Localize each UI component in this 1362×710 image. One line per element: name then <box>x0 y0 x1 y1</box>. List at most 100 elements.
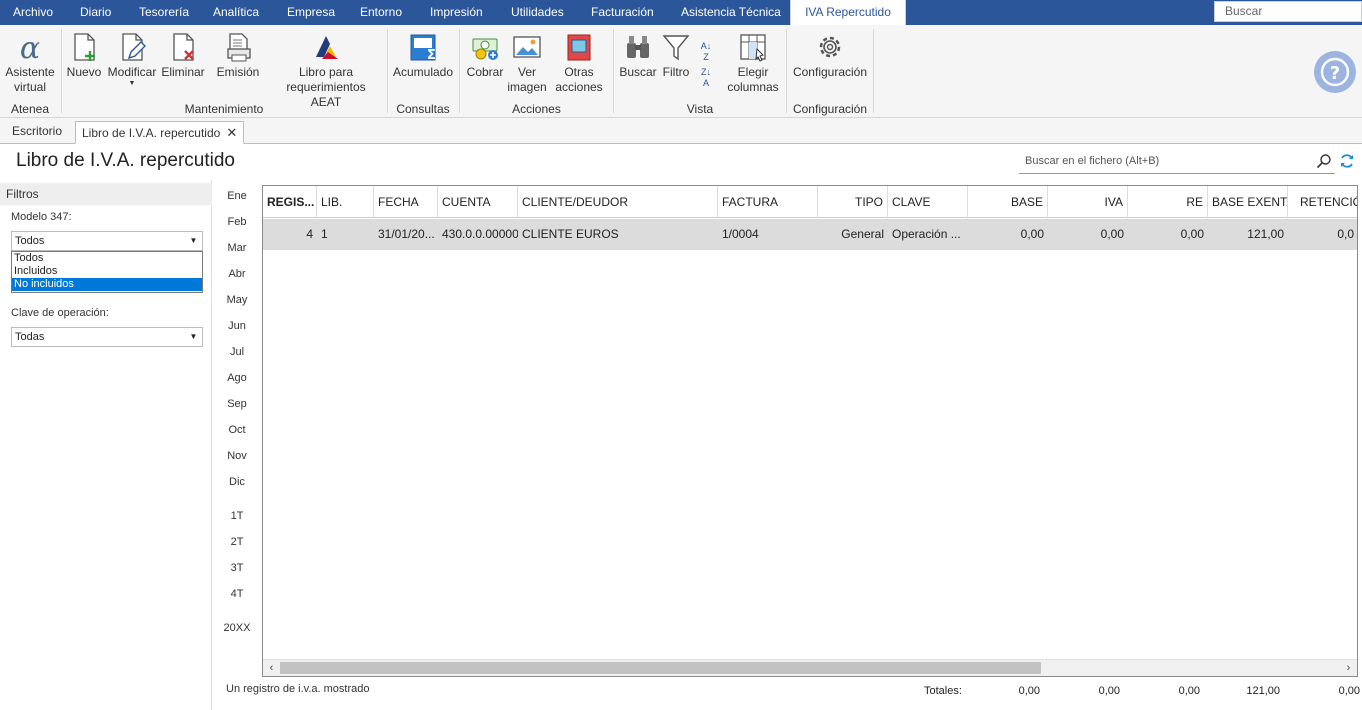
menu-tesoreria[interactable]: Tesorería <box>139 0 189 25</box>
group-label-mantenimiento: Mantenimiento <box>184 102 264 116</box>
emision-button[interactable]: Emisión <box>216 31 260 80</box>
chevron-left-icon[interactable]: ‹ <box>263 660 280 676</box>
col-header-retencion[interactable]: RETENCIÓN <box>1288 186 1357 218</box>
clave-operacion-select[interactable]: Todas ▼ <box>11 327 203 347</box>
sort-descending-icon[interactable]: Z↓ A <box>694 67 718 89</box>
menu-facturacion[interactable]: Facturación <box>591 0 654 25</box>
quarter-2t[interactable]: 2T <box>222 536 252 548</box>
clave-operacion-value: Todas <box>15 331 45 343</box>
menu-empresa[interactable]: Empresa <box>287 0 335 25</box>
month-jun[interactable]: Jun <box>222 320 252 332</box>
otras-acciones-button[interactable]: Otras acciones <box>550 31 608 95</box>
svg-text:Σ: Σ <box>427 48 436 63</box>
chevron-right-icon[interactable]: › <box>1340 660 1357 676</box>
horizontal-scrollbar[interactable]: ‹ › <box>263 659 1357 676</box>
menu-archivo[interactable]: Archivo <box>13 0 53 25</box>
month-abr[interactable]: Abr <box>222 268 252 280</box>
option-incluidos[interactable]: Incluidos <box>12 265 202 278</box>
cobrar-button[interactable]: Cobrar <box>463 31 507 80</box>
modelo-347-dropdown: Todos Incluidos No incluidos <box>11 251 203 293</box>
menu-diario[interactable]: Diario <box>80 0 111 25</box>
modelo-347-value: Todos <box>15 235 45 247</box>
file-search-input[interactable]: Buscar en el fichero (Alt+B) <box>1019 150 1335 174</box>
col-header-base[interactable]: BASE <box>968 186 1048 218</box>
month-ago[interactable]: Ago <box>222 372 252 384</box>
chevron-down-icon: ▼ <box>128 80 136 87</box>
month-nov[interactable]: Nov <box>222 450 252 462</box>
option-todos[interactable]: Todos <box>12 252 202 265</box>
nuevo-button[interactable]: Nuevo <box>66 31 102 80</box>
totals-label: Totales: <box>924 685 962 697</box>
menu-analitica[interactable]: Analítica <box>213 0 259 25</box>
total-iva: 0,00 <box>1098 685 1120 697</box>
filtro-button[interactable]: Filtro <box>658 31 694 80</box>
configuracion-button[interactable]: Configuración <box>791 31 869 80</box>
table-row[interactable]: 4 1 31/01/20... 430.0.0.00000 CLIENTE EU… <box>263 219 1357 250</box>
col-header-iva[interactable]: IVA <box>1048 186 1128 218</box>
acumulado-button[interactable]: Σ Acumulado <box>392 31 454 80</box>
modelo-347-select[interactable]: Todos ▼ <box>11 231 203 251</box>
actions-box-icon <box>567 34 591 61</box>
month-sep[interactable]: Sep <box>222 398 252 410</box>
col-header-base-exenta[interactable]: BASE EXENTA <box>1208 186 1288 218</box>
menu-impresion[interactable]: Impresión <box>430 0 483 25</box>
col-header-re[interactable]: RE <box>1128 186 1208 218</box>
tab-libro-iva[interactable]: Libro de I.V.A. repercutido ✕ <box>75 121 245 144</box>
menu-iva-repercutido[interactable]: IVA Repercutido <box>790 0 906 26</box>
elegir-columnas-button[interactable]: Elegir columnas <box>725 31 781 95</box>
clave-operacion-label: Clave de operación: <box>11 307 109 319</box>
col-header-lib[interactable]: LIB. <box>317 186 374 218</box>
month-ene[interactable]: Ene <box>222 190 252 202</box>
top-search-input[interactable]: Buscar <box>1214 1 1362 22</box>
cell-re: 0,00 <box>1180 227 1204 241</box>
modificar-label: Modificar <box>107 65 157 79</box>
asistente-virtual-button[interactable]: α Asistente virtual <box>4 31 56 95</box>
buscar-button[interactable]: Buscar <box>618 31 658 80</box>
col-header-registro[interactable]: REGIS... <box>263 186 317 218</box>
year-selector[interactable]: 20XX <box>220 622 254 634</box>
grid-header: REGIS... LIB. FECHA CUENTA CLIENTE/DEUDO… <box>263 186 1357 218</box>
col-header-cliente[interactable]: CLIENTE/DEUDOR <box>518 186 718 218</box>
month-may[interactable]: May <box>222 294 252 306</box>
total-re: 0,00 <box>1178 685 1200 697</box>
sum-book-icon: Σ <box>410 34 436 63</box>
month-dic[interactable]: Dic <box>222 476 252 488</box>
month-feb[interactable]: Feb <box>222 216 252 228</box>
menu-entorno[interactable]: Entorno <box>360 0 402 25</box>
scrollbar-thumb[interactable] <box>280 662 1041 674</box>
menu-utilidades[interactable]: Utilidades <box>511 0 564 25</box>
month-jul[interactable]: Jul <box>222 346 252 358</box>
elegir-columnas-label: Elegir columnas <box>727 65 779 94</box>
col-header-factura[interactable]: FACTURA <box>718 186 818 218</box>
columns-icon <box>740 34 766 62</box>
image-icon <box>513 36 541 58</box>
sort-ascending-icon[interactable]: A↓ Z <box>694 41 718 63</box>
modificar-button[interactable]: Modificar ▼ <box>106 31 158 88</box>
svg-text:?: ? <box>1330 63 1340 84</box>
quarter-1t[interactable]: 1T <box>222 510 252 522</box>
group-label-vista: Vista <box>686 102 714 116</box>
help-button[interactable]: ? <box>1314 51 1356 93</box>
filters-header: Filtros <box>0 183 212 205</box>
col-header-clave[interactable]: CLAVE <box>888 186 968 218</box>
month-mar[interactable]: Mar <box>222 242 252 254</box>
eliminar-button[interactable]: Eliminar <box>161 31 205 80</box>
refresh-icon[interactable] <box>1339 153 1355 169</box>
month-oct[interactable]: Oct <box>222 424 252 436</box>
libro-aeat-button[interactable]: Libro para requerimientos AEAT <box>270 31 382 110</box>
col-header-fecha[interactable]: FECHA <box>374 186 438 218</box>
col-header-tipo[interactable]: TIPO <box>818 186 888 218</box>
gear-icon <box>819 36 841 58</box>
option-no-incluidos[interactable]: No incluidos <box>12 278 202 291</box>
close-icon[interactable]: ✕ <box>226 125 237 140</box>
menu-asistencia-tecnica[interactable]: Asistencia Técnica <box>681 0 781 25</box>
ver-imagen-button[interactable]: Ver imagen <box>505 31 549 95</box>
search-icon[interactable] <box>1316 153 1332 169</box>
group-label-acciones: Acciones <box>512 102 561 116</box>
quarter-4t[interactable]: 4T <box>222 588 252 600</box>
col-header-cuenta[interactable]: CUENTA <box>438 186 518 218</box>
printer-document-icon <box>227 33 251 62</box>
quarter-3t[interactable]: 3T <box>222 562 252 574</box>
tab-escritorio[interactable]: Escritorio <box>6 121 68 144</box>
cell-clave: Operación ... <box>892 227 961 241</box>
